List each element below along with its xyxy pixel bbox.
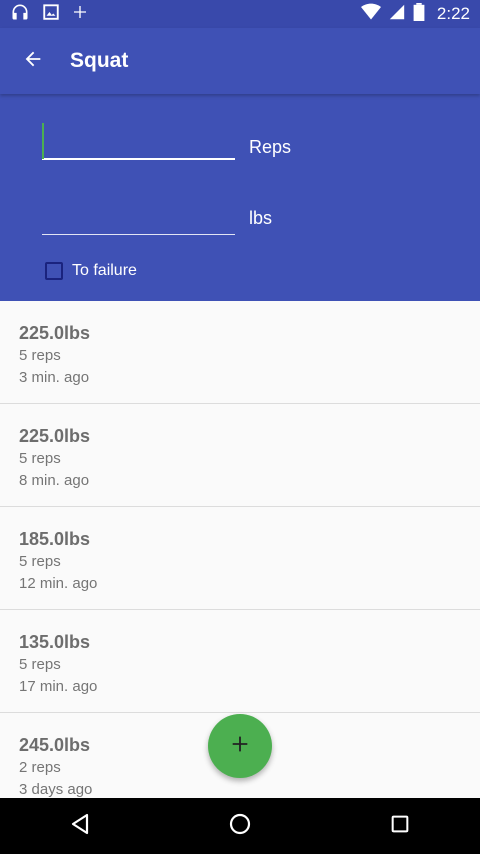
text-cursor (42, 123, 44, 159)
image-icon (42, 3, 60, 26)
reps-input[interactable] (42, 120, 235, 158)
signal-icon (389, 4, 405, 25)
wifi-icon (360, 3, 381, 26)
status-bar-system: 2:22 (360, 2, 480, 26)
weight-unit-label: lbs (249, 208, 273, 228)
list-item[interactable]: 135.0lbs 5 reps 17 min. ago (0, 610, 480, 713)
page-title: Squat (70, 49, 129, 72)
reps-unit-label: Reps (249, 137, 292, 157)
battery-icon (413, 2, 425, 26)
list-item[interactable]: 225.0lbs 5 reps 8 min. ago (0, 404, 480, 507)
set-time: 8 min. ago (19, 472, 90, 489)
set-reps: 5 reps (19, 347, 61, 364)
set-time: 17 min. ago (19, 678, 98, 695)
set-time: 3 days ago (19, 781, 93, 798)
set-entry-form: Reps lbs To failure (0, 94, 480, 301)
system-nav-bar (0, 798, 480, 854)
reps-field[interactable] (42, 120, 235, 160)
weight-input[interactable] (42, 196, 235, 234)
add-set-button[interactable] (208, 714, 272, 778)
set-weight: 225.0lbs (19, 323, 91, 343)
weight-underline (42, 234, 235, 235)
set-time: 3 min. ago (19, 369, 90, 386)
nav-recents-button[interactable] (372, 798, 428, 854)
nav-home-button[interactable] (212, 798, 268, 854)
to-failure-row[interactable]: To failure (45, 262, 137, 280)
set-weight: 135.0lbs (19, 632, 91, 652)
nav-back-button[interactable] (52, 798, 108, 854)
set-weight: 185.0lbs (19, 529, 91, 549)
set-reps: 5 reps (19, 450, 61, 467)
set-reps: 5 reps (19, 553, 61, 570)
add-icon (229, 733, 251, 760)
weight-field[interactable] (42, 196, 235, 235)
app-bar: Squat (0, 28, 480, 94)
plus-icon (72, 4, 88, 25)
set-time: 12 min. ago (19, 575, 98, 592)
reps-underline (42, 158, 235, 160)
status-time: 2:22 (436, 4, 470, 23)
recents-nav-icon (389, 813, 411, 840)
status-bar: 2:22 (0, 0, 480, 28)
status-bar-notifications (0, 2, 88, 27)
set-weight: 225.0lbs (19, 426, 91, 446)
back-nav-icon (68, 812, 92, 841)
arrow-back-icon (22, 48, 44, 75)
list-item[interactable]: 225.0lbs 5 reps 3 min. ago (0, 301, 480, 404)
to-failure-label[interactable]: To failure (72, 262, 137, 280)
set-reps: 5 reps (19, 656, 61, 673)
back-button[interactable] (21, 49, 45, 73)
headphones-icon (10, 2, 30, 27)
home-nav-icon (228, 812, 252, 841)
list-item[interactable]: 185.0lbs 5 reps 12 min. ago (0, 507, 480, 610)
to-failure-checkbox[interactable] (45, 262, 63, 280)
